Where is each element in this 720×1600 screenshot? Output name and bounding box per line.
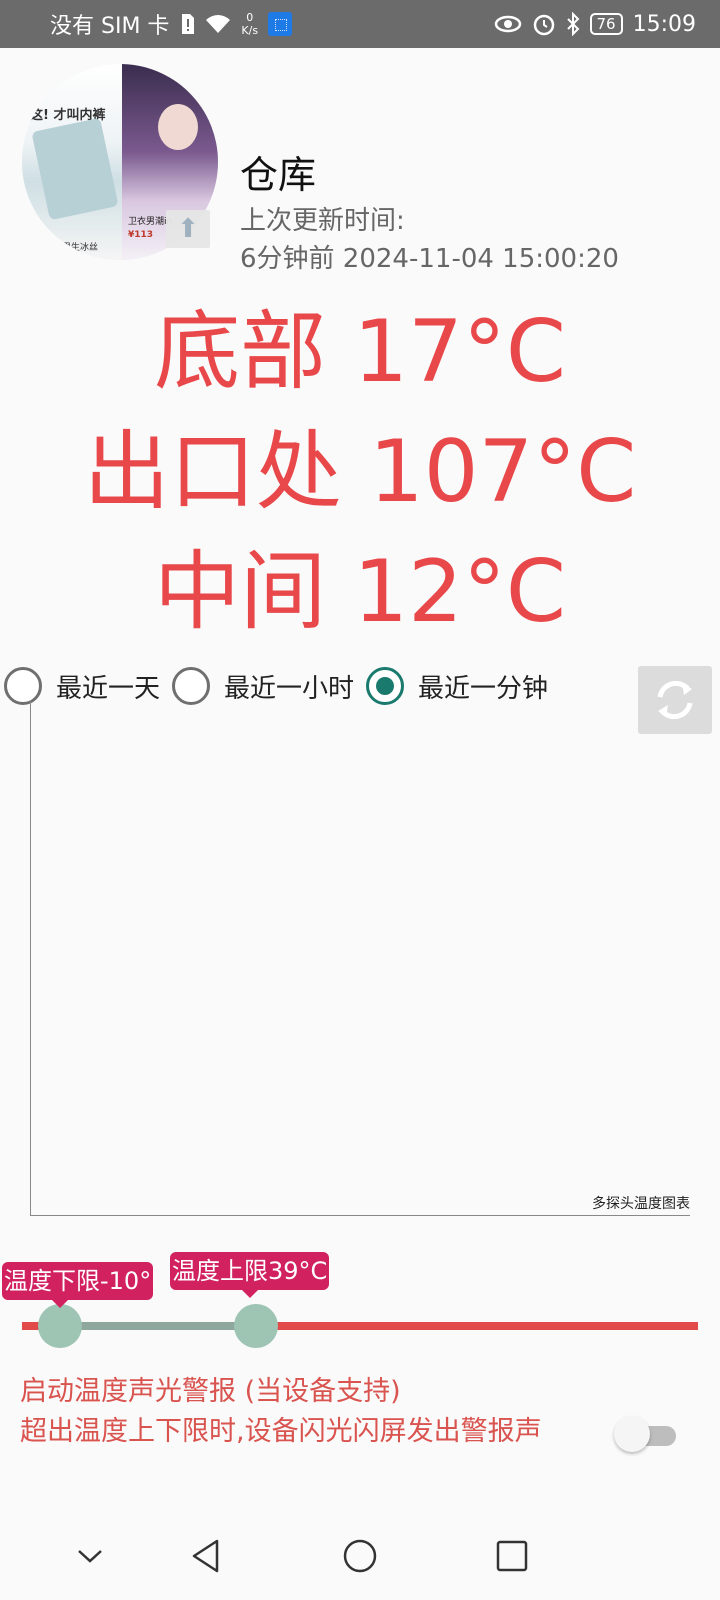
wifi-icon	[206, 15, 231, 33]
home-circle-icon	[343, 1539, 377, 1573]
slider-low-thumb[interactable]	[38, 1304, 82, 1348]
thumbnail-footer: 男生冰丝	[62, 243, 99, 253]
radio-label: 最近一分钟	[418, 673, 549, 704]
temperature-middle: 中间 12°C	[154, 542, 566, 642]
status-left: 没有 SIM 卡 0 K/s	[50, 8, 293, 40]
system-nav-bar	[0, 1512, 720, 1600]
alarm-icon	[533, 14, 554, 36]
upload-button[interactable]: ⬆	[166, 210, 210, 248]
toggle-knob	[614, 1416, 650, 1452]
status-right: 76 15:09	[494, 11, 696, 37]
slider-selected-range	[60, 1322, 256, 1330]
alarm-description: 启动温度声光警报 (当设备支持) 超出温度上下限时,设备闪光闪屏发出警报声	[20, 1372, 610, 1452]
back-triangle-icon	[192, 1539, 219, 1573]
temperature-bottom: 底部 17°C	[154, 302, 566, 402]
network-speed: 0 K/s	[241, 11, 258, 37]
slider-high-thumb[interactable]	[234, 1304, 278, 1348]
clothing-image	[31, 117, 119, 221]
nav-recents-button[interactable]	[488, 1532, 536, 1580]
alarm-toggle[interactable]	[614, 1414, 680, 1454]
sim-alert-icon	[182, 14, 195, 34]
radio-label: 最近一小时	[224, 673, 355, 704]
eye-icon	[494, 15, 521, 33]
radio-label: 最近一天	[56, 673, 161, 704]
temperature-outlet: 出口处 107°C	[83, 422, 637, 522]
character-image	[158, 104, 198, 150]
thumbnail-left-image: 这! 才叫内裤 男生冰丝	[22, 64, 122, 260]
upload-arrow-icon: ⬆	[177, 214, 199, 244]
status-bar: 没有 SIM 卡 0 K/s 76 15:09	[0, 0, 720, 48]
alarm-detail: 超出温度上下限时,设备闪光闪屏发出警报声	[20, 1416, 542, 1447]
carrier-text: 没有 SIM 卡	[50, 14, 170, 39]
nav-home-button[interactable]	[336, 1532, 384, 1580]
temperature-range-slider[interactable]: 温度下限-10° 温度上限39°C	[0, 1252, 720, 1348]
low-limit-tooltip: 温度下限-10°	[2, 1262, 154, 1308]
nav-back-button[interactable]	[182, 1532, 230, 1580]
chart-description: 多探头温度图表	[592, 1196, 690, 1212]
update-time: 6分钟前 2024-11-04 15:00:20	[240, 244, 619, 274]
recents-square-icon	[496, 1540, 528, 1572]
chevron-down-icon	[78, 1550, 102, 1563]
clock: 15:09	[632, 11, 696, 37]
update-label: 上次更新时间:	[240, 206, 405, 236]
bluetooth-icon	[566, 12, 579, 36]
battery-level: 76	[596, 15, 616, 33]
temperature-chart[interactable]: 多探头温度图表	[30, 700, 690, 1216]
location-title: 仓库	[240, 153, 317, 197]
high-limit-tooltip: 温度上限39°C	[170, 1252, 330, 1298]
battery-icon: 76	[589, 13, 623, 35]
speed-value: 0	[246, 11, 254, 24]
alarm-title: 启动温度声光警报 (当设备支持)	[20, 1376, 401, 1407]
speed-unit: K/s	[241, 24, 259, 37]
thumbnail-price: ¥113	[128, 230, 154, 240]
app-notification-icon	[268, 12, 293, 36]
temperature-readings: 底部 17°C 出口处 107°C 中间 12°C	[0, 292, 720, 652]
nav-collapse-button[interactable]	[66, 1532, 114, 1580]
